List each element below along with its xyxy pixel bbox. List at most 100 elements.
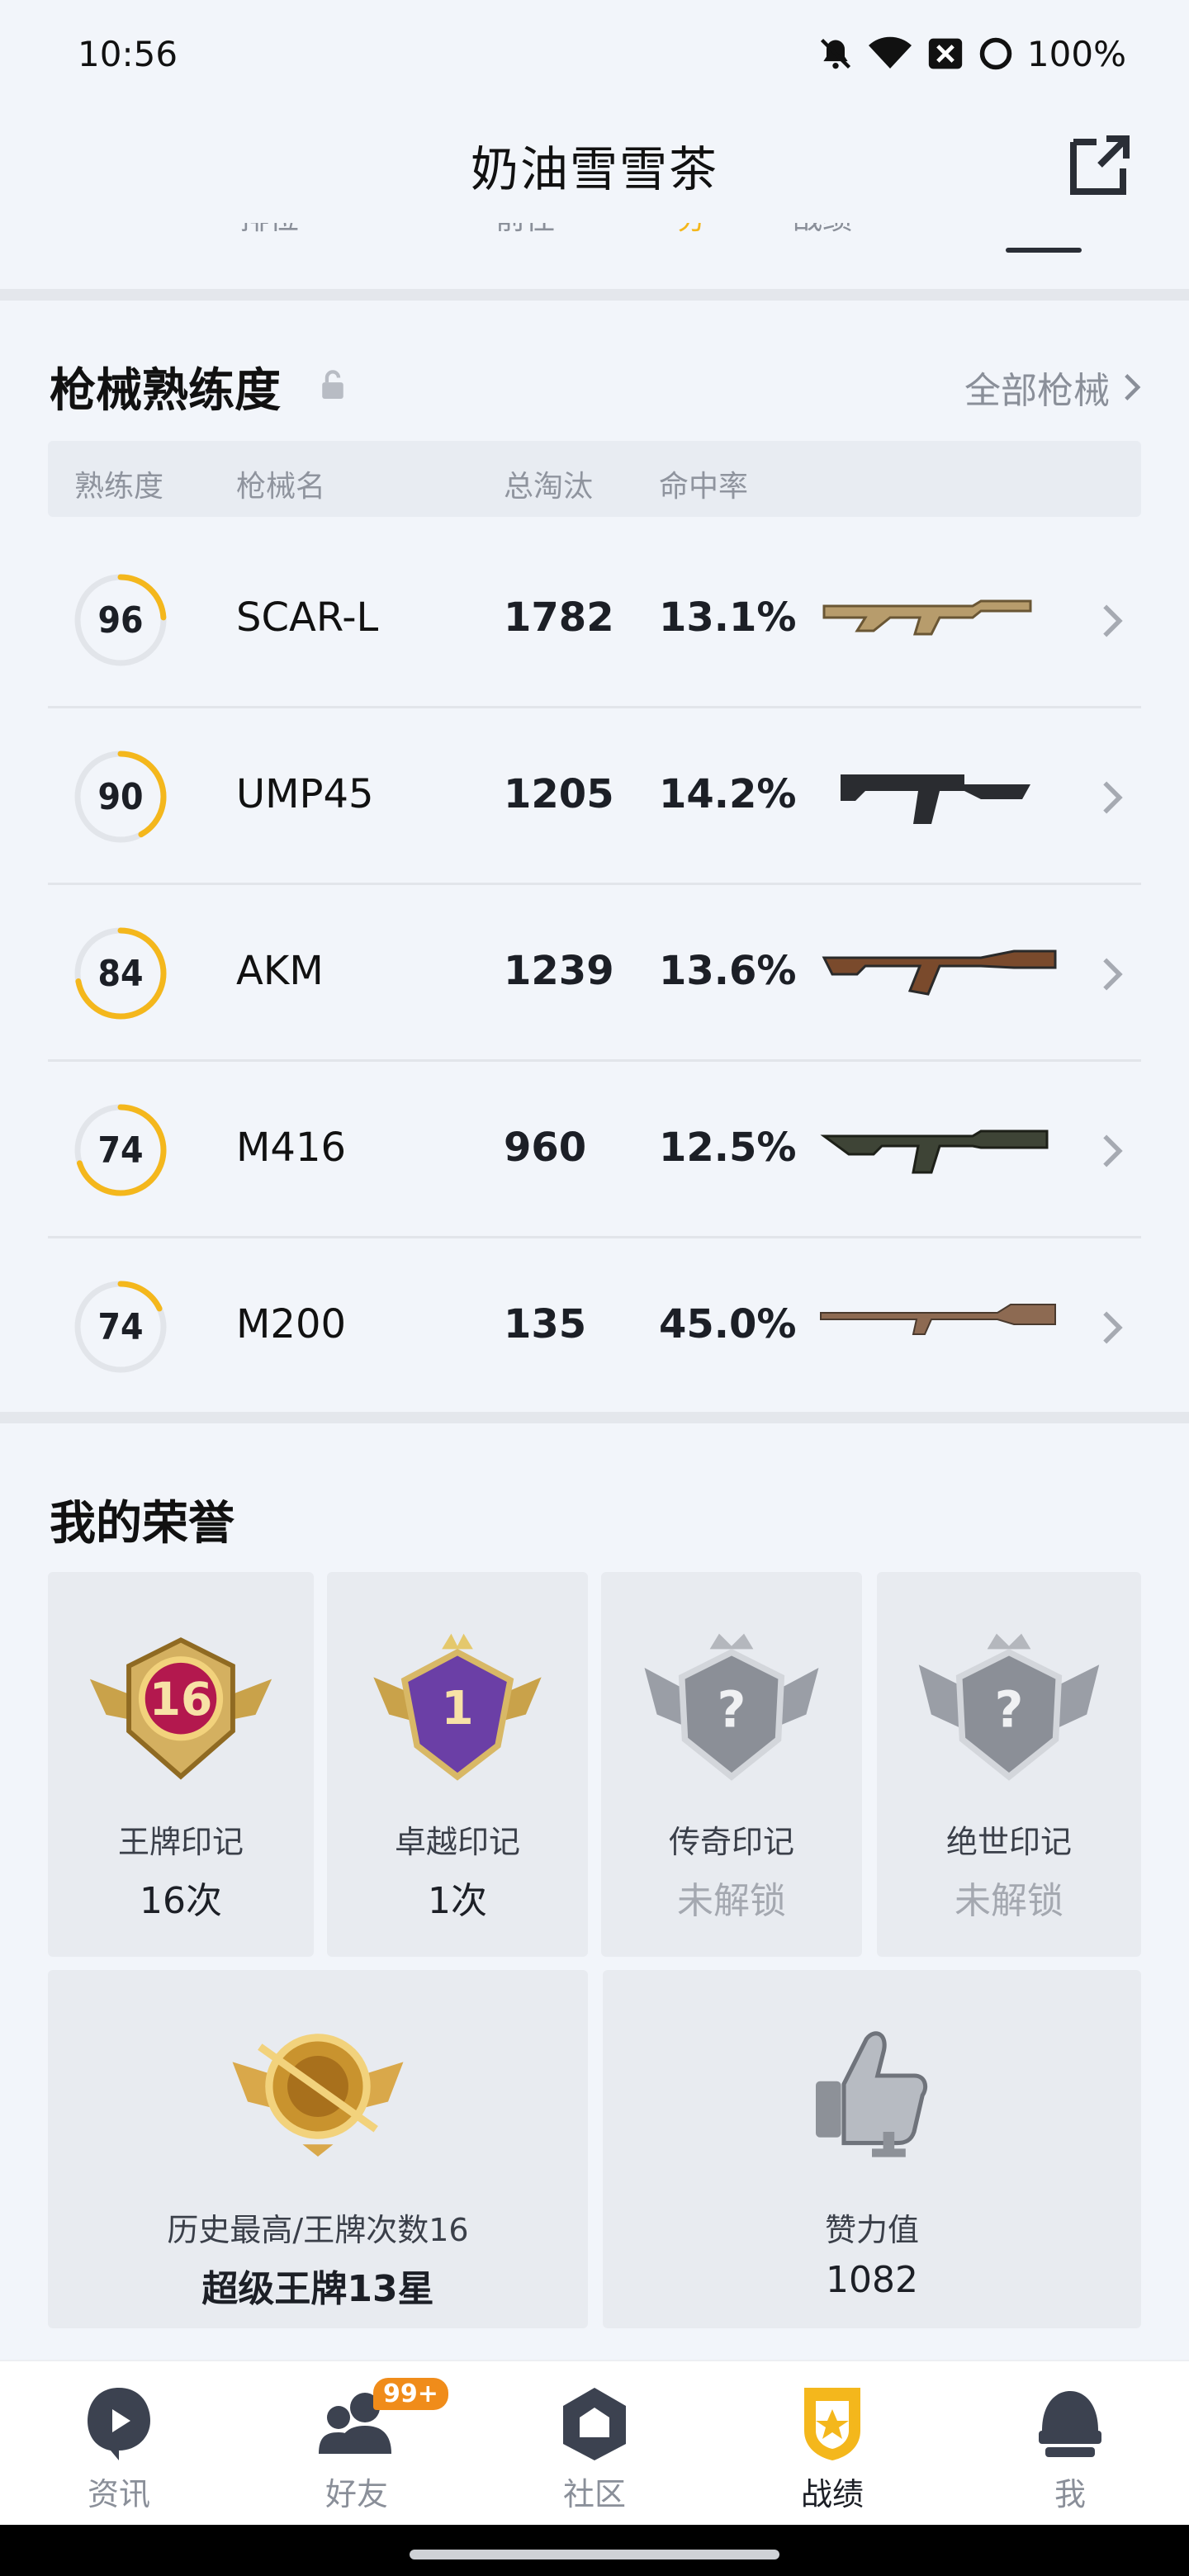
honor-label: 王牌印记 [117,1824,244,1860]
status-bar: 10:56 100% [0,0,1189,107]
status-icons: 100% [817,34,1126,74]
gun-kills: 960 [504,1125,587,1171]
gun-name: UMP45 [236,771,374,817]
gun-row[interactable]: 90 UMP45 1205 14.2% [48,708,1141,885]
circle-icon [979,37,1012,70]
nav-item-friends[interactable]: 99+ 好友 [238,2361,476,2526]
col-proficiency: 熟练度 [74,470,164,504]
helmet-icon [1039,2391,1101,2457]
gun-row[interactable]: 96 SCAR-L 1782 13.1% [48,532,1141,708]
honor-card-legend-mark[interactable]: ? 传奇印记 未解锁 [601,1572,862,1957]
cut-tab-1[interactable]: 排位 [239,223,299,238]
honor-label: 赞力值 [824,2212,919,2248]
cut-tabs-row: 排位 前往 分 战绩 [0,223,1189,289]
section-divider-2 [0,1412,1189,1423]
section-divider [0,289,1189,301]
scar-l-rifle-icon [822,599,1032,636]
chevron-right-icon [1103,1311,1123,1344]
honor-value: 1次 [428,1880,487,1922]
gun-kills: 135 [504,1301,587,1347]
svg-text:1: 1 [441,1682,473,1735]
legend-mark-badge-icon: ? [644,1633,819,1781]
share-external-icon[interactable] [1060,125,1139,205]
gun-name: AKM [236,948,324,994]
cut-tab-3[interactable]: 分 [677,223,707,238]
honor-section-title: 我的荣誉 [50,1497,234,1551]
excellence-mark-badge-icon: 1 [373,1633,542,1781]
proficiency-value: 74 [97,1305,144,1348]
gun-hit-rate: 13.6% [659,948,797,994]
gun-table-header: 熟练度 枪械名 总淘汰 命中率 [48,441,1141,517]
col-hit-rate: 命中率 [659,470,749,504]
nav-label: 战绩 [800,2476,864,2512]
chevron-right-icon [1103,604,1123,637]
gun-name: M200 [236,1301,347,1347]
honor-value: 1082 [826,2259,918,2301]
honor-label: 绝世印记 [945,1824,1072,1860]
page-title: 奶油雪雪茶 [470,141,718,197]
nav-label: 我 [1054,2476,1086,2512]
col-gun-name: 枪械名 [236,470,326,504]
mute-bell-icon [820,38,850,69]
battery-percent: 100% [1026,33,1126,74]
nav-item-community[interactable]: 社区 [476,2361,713,2526]
proficiency-value: 90 [97,775,144,818]
col-kills: 总淘汰 [504,470,594,504]
proficiency-value: 74 [97,1129,144,1172]
honor-card-highest-rank[interactable]: 历史最高/王牌次数16 超级王牌13星 [48,1970,588,2328]
svg-text:16: 16 [149,1673,213,1726]
nav-item-news[interactable]: 资讯 [0,2361,238,2526]
thumbs-up-trophy-icon [816,2031,928,2157]
gun-name: M416 [236,1125,347,1171]
gun-row[interactable]: 84 AKM 1239 13.6% [48,885,1141,1062]
chevron-right-icon [1103,958,1123,991]
lock-icon [322,370,343,399]
cut-tab-2[interactable]: 前往 [495,223,555,238]
gun-hit-rate: 13.1% [659,594,797,641]
honor-label: 传奇印记 [668,1824,794,1860]
chevron-right-icon [1125,374,1141,400]
gun-row[interactable]: 74 M416 960 12.5% [48,1062,1141,1238]
wifi-icon [868,36,912,69]
honor-value: 未解锁 [955,1880,1063,1922]
proficiency-value: 96 [97,599,144,642]
notification-x-icon [928,38,963,69]
news-play-icon [88,2388,150,2460]
status-time: 10:56 [78,33,178,74]
honor-card-peerless-mark[interactable]: ? 绝世印记 未解锁 [877,1572,1141,1957]
gun-kills: 1239 [504,948,614,994]
nav-item-record[interactable]: 战绩 [713,2361,951,2526]
gun-hit-rate: 45.0% [659,1301,797,1347]
m416-rifle-icon [820,1129,1049,1174]
all-guns-label: 全部枪械 [964,370,1110,412]
svg-text:?: ? [995,1682,1024,1740]
gun-hit-rate: 14.2% [659,771,797,817]
super-ace-emblem-icon [232,2034,404,2157]
peerless-mark-badge-icon: ? [918,1633,1100,1781]
ace-mark-badge-icon: 16 [89,1637,272,1780]
proficiency-value: 84 [97,952,144,995]
honor-value: 未解锁 [677,1880,786,1922]
chevron-right-icon [1103,1134,1123,1167]
svg-text:?: ? [718,1682,746,1740]
community-house-icon [563,2388,626,2460]
honor-card-excellence-mark[interactable]: 1 卓越印记 1次 [327,1572,588,1957]
cut-tab-4[interactable]: 战绩 [793,223,852,238]
all-guns-link[interactable]: 全部枪械 [964,361,1141,414]
page-header: 奶油雪雪茶 [0,107,1189,223]
chevron-right-icon [1103,781,1123,814]
gun-kills: 1782 [504,594,614,641]
gun-row[interactable]: 74 M200 135 45.0% [48,1238,1141,1415]
gun-kills: 1205 [504,771,614,817]
bottom-nav: 资讯 99+ 好友 社区 战绩 我 [0,2360,1189,2525]
ump45-smg-icon [841,774,1030,824]
honor-card-ace-mark[interactable]: 16 王牌印记 16次 [48,1572,314,1957]
nav-label: 社区 [562,2476,626,2512]
akm-rifle-icon [822,949,1057,996]
honor-label: 卓越印记 [394,1824,520,1860]
friends-badge: 99+ [373,2378,448,2410]
m200-sniper-icon [820,1304,1056,1335]
honor-card-like-power[interactable]: 赞力值 1082 [603,1970,1141,2328]
home-indicator[interactable] [410,2550,779,2559]
nav-item-me[interactable]: 我 [951,2361,1189,2526]
